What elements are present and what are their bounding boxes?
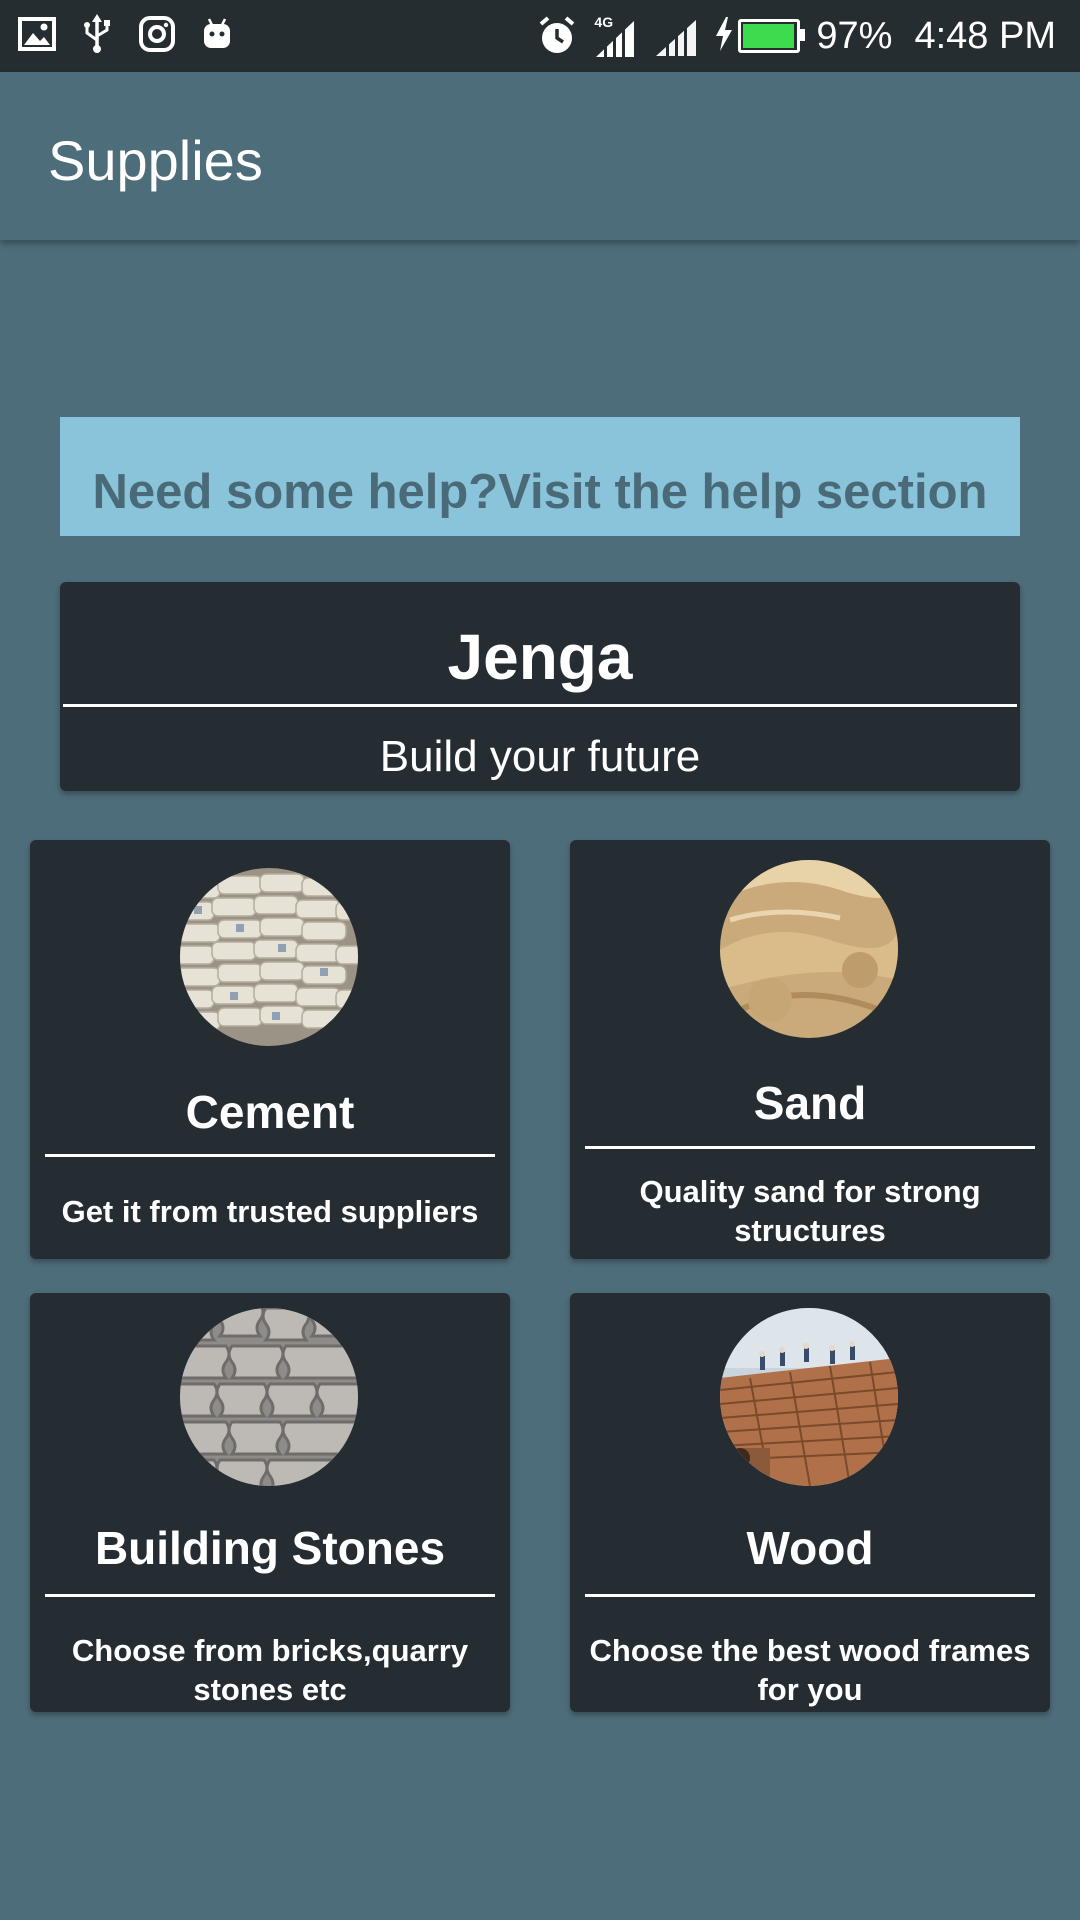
brand-card: Jenga Build your future bbox=[60, 582, 1020, 791]
battery-icon bbox=[738, 19, 806, 53]
card-title: Cement bbox=[185, 1086, 355, 1138]
image-icon bbox=[18, 14, 56, 54]
app-bar: Supplies bbox=[0, 72, 1080, 240]
card-title: Sand bbox=[753, 1077, 867, 1129]
card-title: Building Stones bbox=[94, 1522, 446, 1574]
divider bbox=[585, 1594, 1035, 1597]
supply-card-wood[interactable]: Wood Choose the best wood frames for you bbox=[570, 1293, 1050, 1712]
divider bbox=[63, 704, 1017, 707]
battery-group bbox=[714, 16, 806, 56]
android-icon bbox=[198, 14, 236, 54]
alarm-icon bbox=[538, 16, 576, 56]
sand-pile-image bbox=[720, 860, 898, 1038]
signal-4g-icon: 4G bbox=[592, 14, 638, 57]
wood-roof-image bbox=[720, 1308, 898, 1486]
battery-percent: 97% bbox=[816, 14, 893, 57]
divider bbox=[45, 1594, 495, 1597]
brand-title: Jenga bbox=[447, 621, 633, 693]
paving-stones-image bbox=[180, 1308, 358, 1486]
usb-icon bbox=[78, 14, 116, 54]
help-banner[interactable]: Need some help?Visit the help section bbox=[60, 417, 1020, 536]
help-banner-text: Need some help?Visit the help section bbox=[92, 465, 988, 519]
status-icons-right: 4G 97% 4:48 PM bbox=[538, 10, 1056, 62]
charging-icon bbox=[714, 16, 734, 56]
divider bbox=[45, 1154, 495, 1157]
card-title: Wood bbox=[746, 1522, 874, 1574]
battery-level bbox=[743, 24, 794, 48]
clock: 4:48 PM bbox=[914, 14, 1056, 57]
supply-card-cement[interactable]: Cement Get it from trusted suppliers bbox=[30, 840, 510, 1259]
card-description: Choose from bricks,quarry stones etc bbox=[71, 1633, 469, 1707]
supply-card-building-stones[interactable]: Building Stones Choose from bricks,quarr… bbox=[30, 1293, 510, 1712]
brand-subtitle: Build your future bbox=[379, 732, 701, 781]
supply-card-sand[interactable]: Sand Quality sand for strong structures bbox=[570, 840, 1050, 1259]
instagram-icon bbox=[138, 14, 176, 54]
card-description: Quality sand for strong structures bbox=[639, 1174, 981, 1248]
card-description: Get it from trusted suppliers bbox=[61, 1194, 479, 1229]
status-bar: 4G 97% 4:48 PM bbox=[0, 0, 1080, 72]
cement-bags-image bbox=[180, 868, 358, 1046]
signal-icon bbox=[654, 16, 698, 56]
page-title: Supplies bbox=[48, 129, 263, 192]
card-description: Choose the best wood frames for you bbox=[589, 1633, 1031, 1707]
network-type-label: 4G bbox=[594, 14, 614, 30]
divider bbox=[585, 1146, 1035, 1149]
status-icons-left bbox=[18, 14, 236, 54]
